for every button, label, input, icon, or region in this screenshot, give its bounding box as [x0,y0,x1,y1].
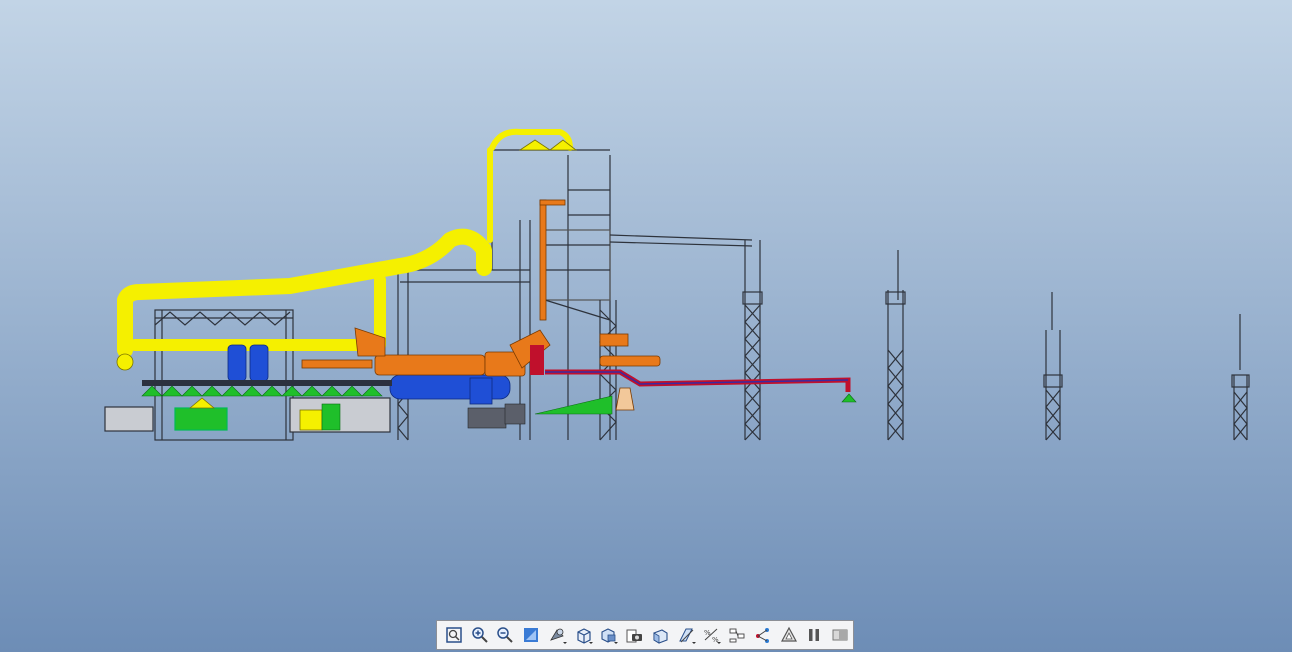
repaint-icon [524,628,539,642]
section-button[interactable] [827,623,853,647]
appearance-icon [780,626,797,642]
saved-views-icon [601,628,616,643]
3d-model-scene[interactable] [0,0,1292,612]
model-tree-icon [755,628,769,643]
left-frame-structure [104,309,391,441]
tree-display-button[interactable] [750,623,776,647]
zoom-out-icon [497,627,514,643]
datum-display-button[interactable] [673,623,699,647]
section-icon [832,629,848,641]
zoom-in-button[interactable] [467,623,493,647]
pause-icon [809,629,820,641]
tower-c [1043,292,1063,441]
hot-gas-pipe [530,345,851,392]
pause-button[interactable] [802,623,828,647]
zoom-in-icon [471,627,488,643]
datum-display-icon [678,628,693,643]
standard-orientation-button[interactable] [570,623,596,647]
refit-button[interactable] [441,623,467,647]
yellow-duct [117,128,573,358]
spin-center-button[interactable] [724,623,750,647]
graphics-viewport[interactable]: %% [0,0,1292,652]
saved-views-button[interactable] [596,623,622,647]
annotation-display-icon: %% [704,628,719,644]
svg-text:%: % [712,636,719,644]
appearance-button[interactable] [776,623,802,647]
tower-b [885,250,906,441]
perspective-button[interactable] [647,623,673,647]
perspective-icon [653,629,668,644]
camera-views-icon [626,629,643,643]
tower-d [1231,314,1250,441]
display-style-button[interactable] [544,623,570,647]
annotation-display-button[interactable]: %% [699,623,725,647]
repaint-button[interactable] [518,623,544,647]
zoom-fit-icon [446,627,462,643]
tower-a [742,240,763,441]
drive-units [467,403,526,429]
spin-center-icon [729,628,745,643]
graphics-toolbar: %% [436,620,854,650]
cube-view-icon [577,628,591,644]
zoom-out-button[interactable] [493,623,519,647]
shaded-style-icon [549,628,564,641]
view-manager-button[interactable] [621,623,647,647]
